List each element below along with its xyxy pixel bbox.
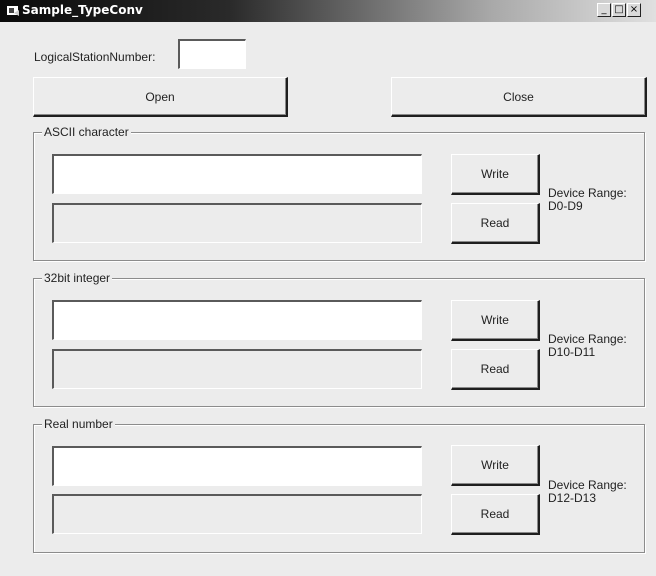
- ascii-read-button[interactable]: Read: [451, 203, 540, 244]
- int32-write-button[interactable]: Write: [451, 300, 540, 341]
- ascii-read-output[interactable]: [52, 203, 422, 243]
- station-number-input[interactable]: [178, 39, 246, 69]
- close-window-button[interactable]: ×: [627, 3, 641, 17]
- real-read-output[interactable]: [52, 494, 422, 534]
- real-write-button[interactable]: Write: [451, 445, 540, 486]
- minimize-button[interactable]: _: [597, 3, 611, 17]
- close-button[interactable]: Close: [391, 77, 647, 117]
- ascii-device-range: Device Range: D0-D9: [548, 187, 627, 213]
- int32-write-input[interactable]: [52, 300, 422, 340]
- real-write-input[interactable]: [52, 446, 422, 486]
- int32-read-output[interactable]: [52, 349, 422, 389]
- open-button[interactable]: Open: [33, 77, 288, 117]
- app-window: Sample_TypeConv _ □ × LogicalStationNumb…: [0, 0, 656, 576]
- ascii-write-input[interactable]: [52, 154, 422, 194]
- group-title: ASCII character: [42, 125, 131, 139]
- real-device-range: Device Range: D12-D13: [548, 479, 627, 505]
- device-range-value: D12-D13: [548, 491, 597, 505]
- ascii-write-button[interactable]: Write: [451, 154, 540, 195]
- group-title: 32bit integer: [42, 271, 113, 285]
- title-bar[interactable]: Sample_TypeConv _ □ ×: [0, 0, 656, 22]
- app-icon: [7, 6, 19, 16]
- maximize-button[interactable]: □: [612, 3, 626, 17]
- int32-read-button[interactable]: Read: [451, 349, 540, 390]
- real-read-button[interactable]: Read: [451, 494, 540, 535]
- group-title: Real number: [42, 417, 115, 431]
- device-range-value: D0-D9: [548, 199, 583, 213]
- int32-device-range: Device Range: D10-D11: [548, 333, 627, 359]
- window-title: Sample_TypeConv: [22, 3, 143, 17]
- device-range-value: D10-D11: [548, 345, 596, 359]
- station-label: LogicalStationNumber:: [34, 50, 156, 64]
